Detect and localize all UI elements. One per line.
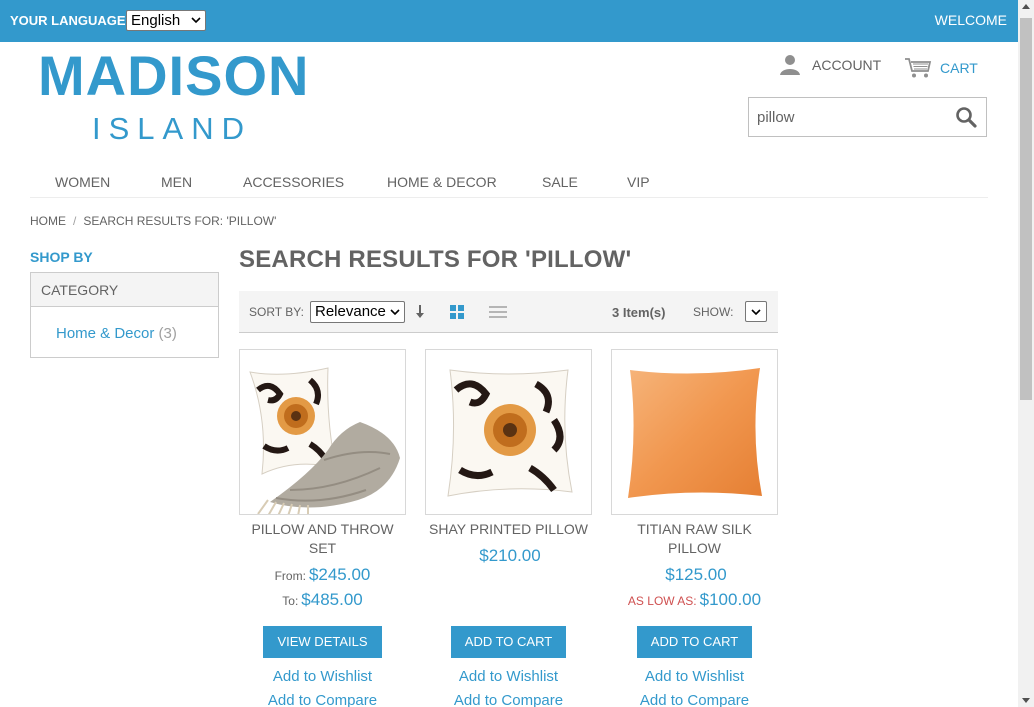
category-filter: CATEGORY Home & Decor (3)	[30, 272, 219, 358]
account-link[interactable]: ACCOUNT	[778, 52, 881, 78]
pillow-throw-image	[249, 367, 400, 514]
category-filter-item[interactable]: Home & Decor (3)	[56, 325, 177, 342]
search-icon[interactable]	[955, 106, 977, 128]
add-to-compare-link[interactable]: Add to Compare	[239, 692, 406, 707]
price-row: $210.00	[425, 544, 592, 569]
sort-by-value: Relevance	[315, 303, 386, 320]
product-image[interactable]	[611, 349, 778, 515]
category-item-count: (3)	[158, 325, 177, 342]
item-count: 3 Item(s)	[612, 305, 666, 320]
breadcrumb-separator: /	[73, 214, 77, 228]
main-navigation: WOMEN MEN ACCESSORIES HOME & DECOR SALE …	[30, 166, 988, 198]
nav-item-men[interactable]: MEN	[161, 174, 192, 190]
price-from: $245.00	[308, 565, 371, 584]
breadcrumb-current: SEARCH RESULTS FOR: 'PILLOW'	[83, 214, 277, 228]
breadcrumb-home[interactable]: HOME	[30, 214, 66, 228]
as-low-as-price: $100.00	[699, 590, 762, 609]
cart-icon	[905, 58, 932, 78]
product-image[interactable]	[239, 349, 406, 515]
price-to-row: To: $485.00	[239, 588, 406, 613]
price: $125.00	[665, 565, 727, 584]
shop-by-heading: SHOP BY	[30, 249, 93, 265]
page-scrollbar[interactable]	[1018, 0, 1034, 707]
language-select[interactable]: English	[126, 10, 206, 31]
printed-pillow-image	[447, 369, 573, 497]
product-name[interactable]: PILLOW AND THROW SET	[239, 520, 406, 558]
language-label: YOUR LANGUAGE:	[10, 13, 130, 28]
product-name[interactable]: SHAY PRINTED PILLOW	[425, 520, 592, 539]
product-card: TITIAN RAW SILK PILLOW $125.00 AS LOW AS…	[611, 349, 778, 613]
list-view-icon[interactable]	[488, 304, 508, 320]
product-name[interactable]: TITIAN RAW SILK PILLOW	[611, 520, 778, 558]
cart-link[interactable]: CART	[904, 55, 978, 81]
logo-sub-text: ISLAND	[92, 111, 252, 146]
as-low-as-row: AS LOW AS: $100.00	[611, 588, 778, 613]
chevron-down-icon	[390, 309, 400, 316]
scroll-up-arrow-icon[interactable]	[1022, 4, 1030, 9]
sort-direction-icon[interactable]	[414, 303, 426, 321]
nav-item-home-decor[interactable]: HOME & DECOR	[387, 174, 497, 190]
cart-label: CART	[940, 60, 978, 76]
as-low-as-label: AS LOW AS:	[627, 594, 697, 608]
silk-pillow-image	[628, 368, 762, 498]
scrollbar-thumb[interactable]	[1020, 18, 1032, 400]
price-from-row: From: $245.00	[239, 563, 406, 588]
product-toolbar: SORT BY: Relevance 3 Item(s) SHOW:	[239, 291, 778, 333]
welcome-text: WELCOME	[934, 12, 1007, 28]
show-limit-select[interactable]	[745, 301, 767, 322]
add-to-wishlist-link[interactable]: Add to Wishlist	[239, 668, 406, 685]
add-to-compare-link[interactable]: Add to Compare	[425, 692, 592, 707]
chevron-down-icon	[751, 309, 761, 316]
product-card: PILLOW AND THROW SET From: $245.00 To: $48…	[239, 349, 406, 613]
price-from-label: From:	[274, 569, 306, 583]
chevron-down-icon	[191, 17, 201, 24]
language-select-value: English	[131, 12, 181, 29]
top-bar: YOUR LANGUAGE: English WELCOME	[0, 0, 1018, 42]
user-icon	[780, 55, 800, 75]
scroll-down-arrow-icon[interactable]	[1022, 698, 1030, 703]
add-to-cart-button[interactable]: ADD TO CART	[637, 626, 752, 658]
show-label: SHOW:	[693, 305, 734, 319]
nav-item-women[interactable]: WOMEN	[55, 174, 110, 190]
site-logo[interactable]: MADISON ISLAND	[38, 46, 318, 146]
product-card: SHAY PRINTED PILLOW $210.00	[425, 349, 592, 569]
category-filter-title[interactable]: CATEGORY	[31, 273, 218, 307]
nav-item-sale[interactable]: SALE	[542, 174, 578, 190]
add-to-wishlist-link[interactable]: Add to Wishlist	[425, 668, 592, 685]
product-image[interactable]	[425, 349, 592, 515]
account-label: ACCOUNT	[812, 57, 882, 73]
search-input-value: pillow	[757, 109, 795, 126]
add-to-compare-link[interactable]: Add to Compare	[611, 692, 778, 707]
nav-item-accessories[interactable]: ACCESSORIES	[243, 174, 344, 190]
grid-view-icon[interactable]	[449, 304, 465, 320]
price-row: $125.00	[611, 563, 778, 588]
add-to-wishlist-link[interactable]: Add to Wishlist	[611, 668, 778, 685]
page-title: SEARCH RESULTS FOR 'PILLOW'	[239, 246, 632, 273]
sort-by-select[interactable]: Relevance	[310, 301, 405, 323]
sort-by-label: SORT BY:	[249, 305, 304, 319]
breadcrumb: HOME / SEARCH RESULTS FOR: 'PILLOW'	[30, 214, 276, 228]
view-details-button[interactable]: VIEW DETAILS	[263, 626, 382, 658]
search-input[interactable]: pillow	[748, 97, 987, 137]
add-to-cart-button[interactable]: ADD TO CART	[451, 626, 566, 658]
price-to-label: To:	[282, 594, 299, 608]
price-to: $485.00	[301, 590, 363, 609]
nav-item-vip[interactable]: VIP	[627, 174, 650, 190]
category-item-label: Home & Decor	[56, 325, 155, 342]
price: $210.00	[479, 546, 541, 565]
logo-main-text: MADISON	[38, 44, 310, 107]
